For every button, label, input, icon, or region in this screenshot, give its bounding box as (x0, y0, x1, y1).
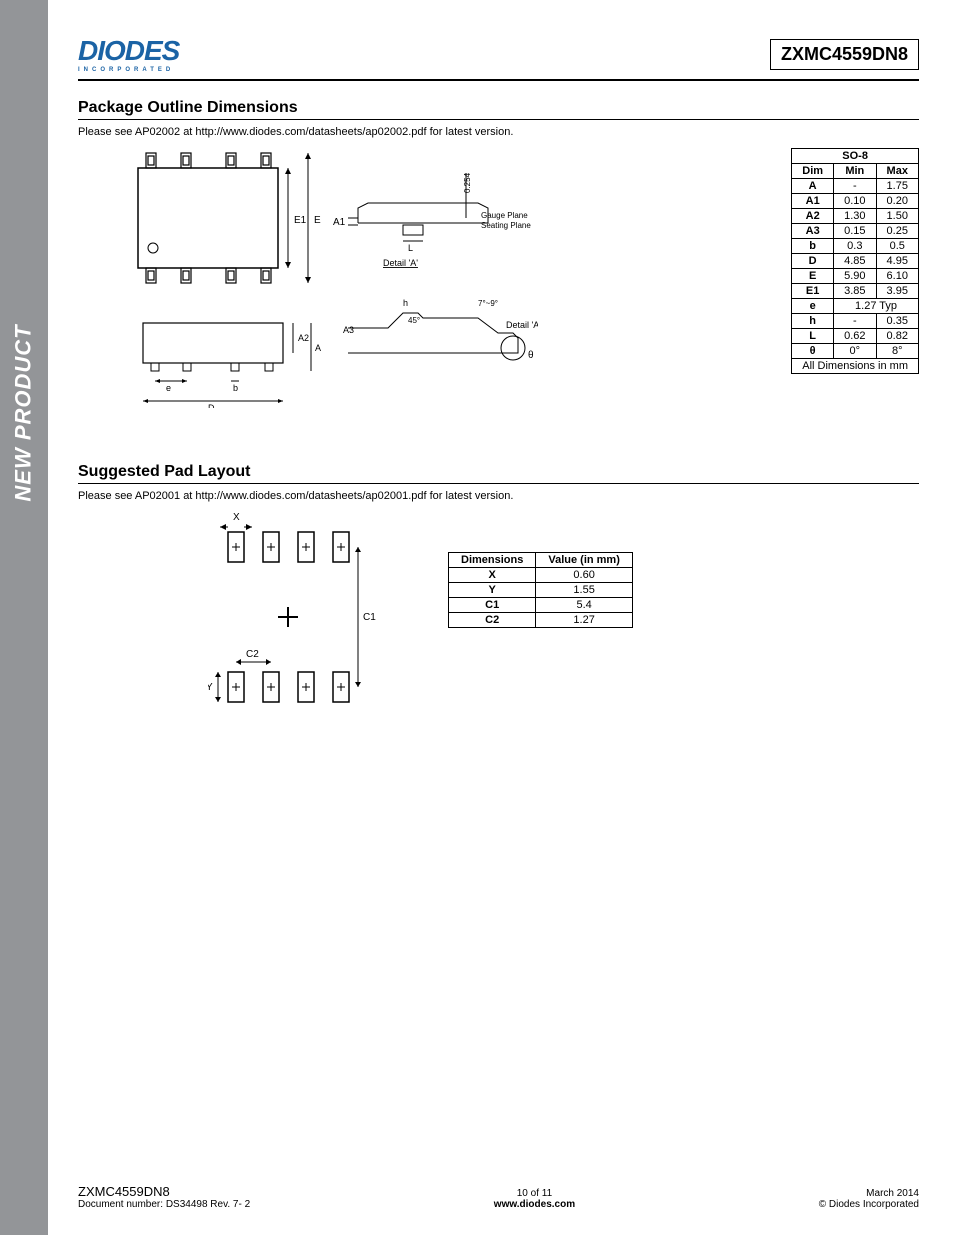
svg-text:D: D (208, 403, 215, 408)
section1-note: Please see AP02002 at http://www.diodes.… (78, 126, 919, 138)
table-row: C15.4 (449, 598, 633, 613)
part-number: ZXMC4559DN8 (770, 39, 919, 70)
section2-note: Please see AP02001 at http://www.diodes.… (78, 490, 919, 502)
page-content: DIODES INCORPORATED ZXMC4559DN8 Package … (48, 0, 954, 722)
section2-title: Suggested Pad Layout (78, 463, 919, 484)
table-row: A21.301.50 (792, 209, 919, 224)
col-min: Min (834, 164, 876, 179)
table-footer: All Dimensions in mm (792, 359, 919, 374)
table-title: SO-8 (792, 149, 919, 164)
footer-doc-number: Document number: DS34498 Rev. 7- 2 (78, 1199, 250, 1210)
svg-text:θ: θ (528, 350, 534, 361)
svg-text:C2: C2 (246, 649, 259, 660)
section2-content: X Y C1 C2 Dimensions Value (in mm) X0.60… (78, 512, 919, 722)
svg-text:X: X (233, 512, 240, 523)
section1-title: Package Outline Dimensions (78, 99, 919, 120)
table-row: L0.620.82 (792, 329, 919, 344)
page-header: DIODES INCORPORATED ZXMC4559DN8 (78, 35, 919, 81)
sidebar: NEW PRODUCT (0, 0, 48, 1235)
package-outline-diagram: E1 E A1 L Detail 'A' 0.254 Gauge Plane S… (78, 148, 538, 408)
table-row: θ0°8° (792, 344, 919, 359)
footer-copyright: © Diodes Incorporated (819, 1199, 919, 1210)
section1-content: E1 E A1 L Detail 'A' 0.254 Gauge Plane S… (78, 148, 919, 408)
svg-text:h: h (403, 298, 408, 308)
table-row: X0.60 (449, 568, 633, 583)
col-value: Value (in mm) (536, 553, 633, 568)
svg-text:Seating Plane: Seating Plane (481, 221, 531, 230)
svg-text:A1: A1 (333, 217, 346, 228)
svg-text:Y: Y (208, 682, 213, 693)
table-row: h-0.35 (792, 314, 919, 329)
table-row: A-1.75 (792, 179, 919, 194)
sidebar-label: NEW PRODUCT (11, 324, 37, 501)
svg-text:A2: A2 (298, 333, 309, 343)
pad-dimensions-table: Dimensions Value (in mm) X0.60 Y1.55 C15… (448, 552, 633, 628)
table-row: e1.27 Typ (792, 299, 919, 314)
svg-text:Detail 'A': Detail 'A' (383, 258, 418, 268)
svg-text:b: b (233, 383, 238, 393)
table-row: A10.100.20 (792, 194, 919, 209)
table-row: E13.853.95 (792, 284, 919, 299)
table-row: C21.27 (449, 613, 633, 628)
footer-date: March 2014 (819, 1188, 919, 1199)
footer-page: 10 of 11 (494, 1188, 575, 1199)
table-row: D4.854.95 (792, 254, 919, 269)
table-row: E5.906.10 (792, 269, 919, 284)
svg-text:A3: A3 (343, 325, 354, 335)
brand-sub: INCORPORATED (78, 67, 179, 73)
svg-text:7°~9°: 7°~9° (478, 299, 498, 308)
svg-text:E: E (314, 215, 321, 226)
svg-text:Detail 'A': Detail 'A' (506, 320, 538, 330)
svg-text:e: e (166, 383, 171, 393)
svg-text:Gauge Plane: Gauge Plane (481, 211, 528, 220)
table-row: A30.150.25 (792, 224, 919, 239)
col-dim: Dim (792, 164, 834, 179)
svg-text:A: A (315, 343, 321, 353)
svg-text:L: L (408, 243, 413, 253)
footer-url: www.diodes.com (494, 1199, 575, 1210)
pad-layout-diagram: X Y C1 C2 (208, 512, 408, 722)
svg-text:E1: E1 (294, 215, 307, 226)
so8-dimensions-table: SO-8 Dim Min Max A-1.75 A10.100.20 A21.3… (791, 148, 919, 374)
col-max: Max (876, 164, 918, 179)
footer-part-number: ZXMC4559DN8 (78, 1184, 250, 1199)
brand-main: DIODES (78, 35, 179, 67)
svg-text:45°: 45° (408, 316, 420, 325)
svg-text:C1: C1 (363, 612, 376, 623)
page-footer: ZXMC4559DN8 Document number: DS34498 Rev… (48, 1184, 954, 1210)
table-row: Y1.55 (449, 583, 633, 598)
svg-text:0.254: 0.254 (463, 172, 472, 193)
col-dimensions: Dimensions (449, 553, 536, 568)
brand-logo: DIODES INCORPORATED (78, 35, 179, 73)
table-row: b0.30.5 (792, 239, 919, 254)
